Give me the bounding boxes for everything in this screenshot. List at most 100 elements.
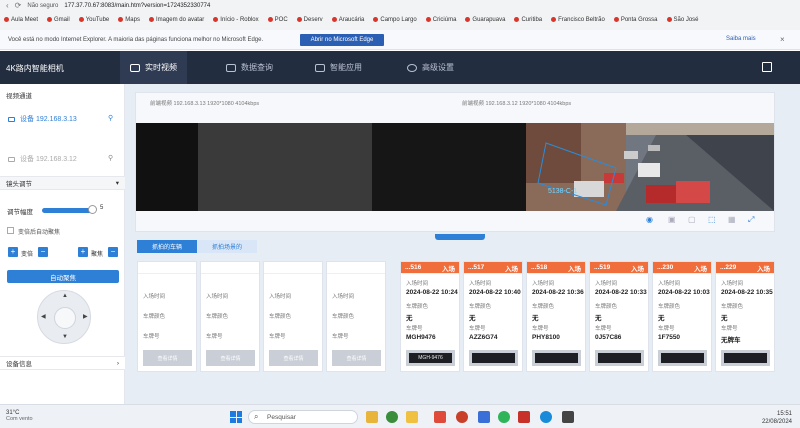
chevron-right-icon: › bbox=[116, 359, 119, 367]
camera-snapshot-icon[interactable]: ◉ bbox=[646, 215, 653, 224]
ptz-up-icon[interactable]: ▲ bbox=[62, 293, 68, 299]
open-in-edge-button[interactable]: Abrir no Microsoft Edge bbox=[300, 34, 384, 46]
zoom-slider-knob[interactable] bbox=[88, 205, 97, 214]
camera-item-1[interactable]: 设备 192.168.3.13 bbox=[8, 114, 77, 124]
search-icon: ⌕ bbox=[254, 412, 259, 421]
bookmark-item[interactable]: São José bbox=[666, 17, 699, 23]
record-card[interactable]: ...229 入场 入场时间 2024-08-22 10:35 车牌颜色无车牌号 无牌车 bbox=[715, 261, 775, 372]
camera-item-2[interactable]: 设备 192.168.3.12 bbox=[8, 154, 77, 164]
bookmark-item[interactable]: Francisco Beltrão bbox=[551, 17, 605, 23]
folder-icon[interactable] bbox=[406, 411, 418, 423]
bookmark-item[interactable]: Criciúma bbox=[425, 17, 456, 23]
video-feed-right[interactable]: 5138-C-1 bbox=[526, 123, 774, 211]
app-icon[interactable] bbox=[562, 411, 574, 423]
device-info-header[interactable]: 设备信息 › bbox=[0, 356, 125, 370]
weather-desc: Com vento bbox=[6, 416, 33, 422]
details-button[interactable]: 查看详情 bbox=[206, 350, 255, 366]
layout-icon[interactable]: ▦ bbox=[728, 215, 736, 224]
whatsapp-icon[interactable] bbox=[498, 411, 510, 423]
card-id: ...230 bbox=[657, 264, 674, 271]
fullscreen-frame-icon[interactable]: ⬚ bbox=[708, 215, 716, 224]
ptz-center-button[interactable] bbox=[54, 307, 76, 329]
focus-plus-button[interactable]: + bbox=[78, 247, 88, 257]
card-label: 车牌颜色 bbox=[532, 304, 555, 310]
bookmark-item[interactable]: Curitiba bbox=[514, 17, 542, 23]
bookmark-item[interactable]: Aula Meet bbox=[4, 17, 38, 23]
details-button[interactable]: 查看详情 bbox=[269, 350, 318, 366]
ptz-right-icon[interactable]: ▶ bbox=[83, 313, 88, 320]
focus-minus-button[interactable]: − bbox=[108, 247, 118, 257]
pdf-icon[interactable] bbox=[518, 411, 530, 423]
link-icon[interactable]: ⚲ bbox=[108, 114, 113, 122]
security-warning[interactable]: Não seguro bbox=[27, 3, 58, 9]
video-feed-middle[interactable] bbox=[372, 123, 526, 211]
record-icon[interactable]: ▣ bbox=[668, 215, 676, 224]
bookmark-item[interactable]: YouTube bbox=[78, 17, 109, 23]
ie-mode-banner: Você está no modo Internet Explorer. A m… bbox=[0, 30, 800, 50]
bookmark-item[interactable]: Início - Roblox bbox=[213, 17, 259, 23]
ptz-left-icon[interactable]: ◀ bbox=[41, 313, 46, 320]
chrome-icon[interactable] bbox=[386, 411, 398, 423]
bookmark-item[interactable]: Imagem do avatar bbox=[148, 17, 204, 23]
card-header: ...517 入场 bbox=[464, 262, 522, 274]
url-text[interactable]: 177.37.70.67:8083/main.htm?version=17243… bbox=[64, 3, 210, 9]
bookmark-item[interactable]: Gmail bbox=[47, 17, 70, 23]
address-bar[interactable]: ‹ ⟳ Não seguro 177.37.70.67:8083/main.ht… bbox=[0, 0, 800, 11]
video-panel: 前端视频 192.168.3.13 1920*1080 4104kbps 前端视… bbox=[135, 92, 775, 232]
back-icon[interactable]: ‹ bbox=[6, 1, 9, 10]
ptz-control[interactable]: ▲ ▼ ◀ ▶ bbox=[37, 290, 91, 344]
zoom-minus-button[interactable]: − bbox=[38, 247, 48, 257]
bookmark-item[interactable]: POC bbox=[267, 17, 288, 23]
tab-live-video[interactable]: 实时视频 bbox=[120, 51, 187, 84]
learn-more-link[interactable]: Saiba mais bbox=[726, 36, 756, 42]
expand-icon[interactable]: ⤢ bbox=[748, 215, 754, 225]
subtab-captured-vehicles[interactable]: 抓拍的车辆 bbox=[137, 240, 197, 253]
bookmark-item[interactable]: Campo Largo bbox=[373, 17, 417, 23]
zoom-value: 5 bbox=[100, 205, 104, 211]
taskbar-search[interactable]: ⌕ Pesquisar bbox=[248, 410, 358, 424]
zoom-slider-track[interactable] bbox=[42, 208, 92, 213]
close-icon[interactable]: × bbox=[780, 35, 785, 44]
record-card[interactable]: ...230 入场 入场时间 2024-08-22 10:03 车牌颜色无车牌号 1F75… bbox=[652, 261, 712, 372]
zoom-plus-button[interactable]: + bbox=[8, 247, 18, 257]
system-clock[interactable]: 15:51 22/08/2024 bbox=[752, 410, 792, 426]
card-id: ...519 bbox=[594, 264, 611, 271]
ptz-down-icon[interactable]: ▼ bbox=[62, 334, 68, 340]
lens-section-header[interactable]: 镜头调节 ▾ bbox=[0, 176, 125, 190]
video-icon bbox=[130, 63, 140, 72]
card-value: 无 bbox=[406, 315, 413, 322]
record-card[interactable]: ...519 入场 入场时间 2024-08-22 10:33 车牌颜色无车牌号 0J57… bbox=[589, 261, 649, 372]
auto-focus-checkbox[interactable] bbox=[7, 227, 14, 234]
record-card[interactable]: ...518 入场 入场时间 2024-08-22 10:36 车牌颜色无车牌号 PHY8… bbox=[526, 261, 586, 372]
bookmark-item[interactable]: Deserv bbox=[296, 17, 323, 23]
edge-icon[interactable] bbox=[540, 411, 552, 423]
bookmark-item[interactable]: Ponta Grossa bbox=[613, 17, 658, 23]
weather-widget[interactable]: 31°C Com vento bbox=[6, 410, 33, 422]
record-card[interactable]: ...516 入场 入场时间 2024-08-22 10:24 车牌颜色无车牌号 MGH9… bbox=[400, 261, 460, 372]
files-icon[interactable] bbox=[366, 411, 378, 423]
stop-icon[interactable]: ▢ bbox=[688, 215, 696, 224]
tab-data-query[interactable]: 数据查询 bbox=[226, 51, 273, 84]
card-value: 2024-08-22 10:33 bbox=[595, 289, 647, 296]
collapse-toggle[interactable] bbox=[435, 234, 485, 240]
subtab-capture-scenes[interactable]: 抓拍场景的 bbox=[197, 240, 257, 253]
record-card[interactable]: ...517 入场 入场时间 2024-08-22 10:40 车牌颜色无车牌号 AZZ6… bbox=[463, 261, 523, 372]
logout-icon[interactable] bbox=[762, 62, 772, 72]
direction-badge: 入场 bbox=[694, 265, 707, 273]
details-button[interactable]: 查看详情 bbox=[143, 350, 192, 366]
bookmark-item[interactable]: Guarapuava bbox=[465, 17, 505, 23]
tab-smart-apps[interactable]: 智能应用 bbox=[315, 51, 362, 84]
auto-focus-button[interactable]: 自动聚焦 bbox=[7, 270, 119, 283]
video-feed-left-gray[interactable] bbox=[198, 123, 372, 211]
windows-start-icon[interactable] bbox=[230, 411, 242, 423]
bookmark-item[interactable]: Araucária bbox=[331, 17, 364, 23]
mail-icon[interactable] bbox=[478, 411, 490, 423]
browser-icon[interactable] bbox=[456, 411, 468, 423]
details-button[interactable]: 查看详情 bbox=[332, 350, 381, 366]
tab-advanced-settings[interactable]: 高级设置 bbox=[407, 51, 454, 84]
office-icon[interactable] bbox=[434, 411, 446, 423]
video-feed-left[interactable] bbox=[136, 123, 198, 211]
bookmark-item[interactable]: Maps bbox=[118, 17, 140, 23]
link-icon[interactable]: ⚲ bbox=[108, 154, 113, 162]
refresh-icon[interactable]: ⟳ bbox=[15, 1, 22, 10]
